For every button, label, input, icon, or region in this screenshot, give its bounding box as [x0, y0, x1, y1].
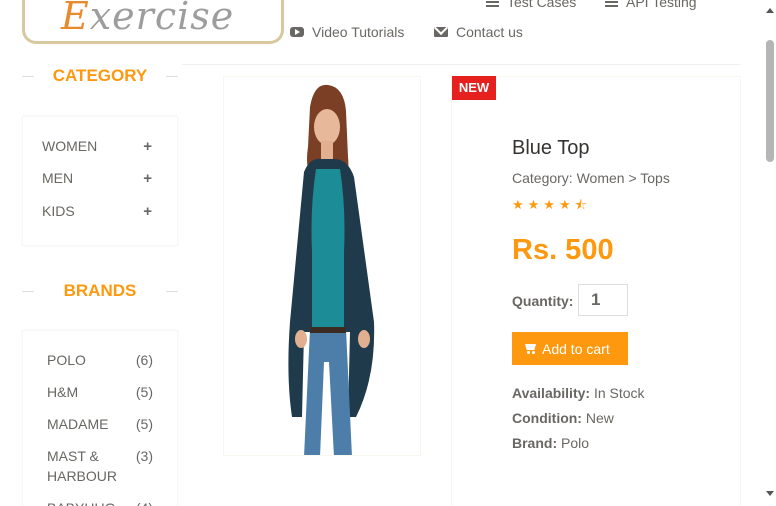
plus-icon[interactable]: +: [143, 138, 152, 155]
category-title: CATEGORY: [22, 66, 178, 86]
header-divider: [182, 64, 740, 65]
brand-item-polo[interactable]: POLO (6): [47, 350, 153, 370]
add-to-cart-button[interactable]: Add to cart: [512, 332, 628, 365]
availability-row: Availability: In Stock: [512, 385, 645, 401]
shopping-cart-icon: [524, 343, 538, 354]
brands-title: BRANDS: [22, 281, 178, 301]
new-badge: NEW: [452, 76, 496, 100]
list-icon: [486, 0, 499, 7]
brand-item-hm[interactable]: H&M (5): [47, 382, 153, 402]
category-item-men[interactable]: MEN +: [42, 170, 152, 187]
list-icon: [605, 0, 618, 7]
scroll-up-arrow-icon[interactable]: [766, 8, 774, 13]
product-price: Rs. 500: [512, 234, 614, 266]
scrollbar-thumb[interactable]: [766, 40, 774, 162]
rating-stars-icon: ★★★★⯪: [512, 197, 591, 212]
site-logo[interactable]: Exercise: [22, 0, 284, 44]
logo-text: Exercise: [61, 0, 235, 38]
brand-item-babyhug[interactable]: BABYHUG(4): [47, 498, 153, 506]
quantity-input[interactable]: [578, 284, 628, 316]
brand-item-mast-harbour[interactable]: MAST & HARBOUR (3): [47, 446, 153, 486]
product-image: [223, 76, 421, 456]
product-category: Category: Women > Tops: [512, 170, 670, 186]
product-details-page: Exercise Test Cases API Testing Video Tu…: [0, 0, 776, 506]
product-name: Blue Top: [512, 137, 590, 159]
condition-row: Condition: New: [512, 410, 614, 426]
brands-panel: POLO (6) H&M (5) MADAME (5) MAST & HARBOUR(…: [22, 330, 178, 506]
scroll-down-arrow-icon[interactable]: [766, 491, 774, 496]
brand-item-madame[interactable]: MADAME (5): [47, 414, 153, 434]
category-item-women[interactable]: WOMEN +: [42, 138, 152, 155]
youtube-icon: [290, 27, 304, 37]
plus-icon[interactable]: +: [143, 170, 152, 187]
plus-icon[interactable]: +: [143, 203, 152, 220]
vertical-scrollbar[interactable]: [764, 0, 776, 506]
woman-product-photo: [288, 84, 375, 455]
nav-contact-us[interactable]: Contact us: [434, 24, 523, 40]
envelope-icon: [434, 27, 448, 37]
brand-row: Brand: Polo: [512, 435, 590, 451]
nav-api-testing[interactable]: API Testing: [605, 0, 697, 10]
nav-video-tutorials[interactable]: Video Tutorials: [290, 24, 404, 40]
category-item-kids[interactable]: KIDS +: [42, 203, 152, 220]
quantity-label: Quantity:: [512, 293, 574, 309]
nav-test-cases[interactable]: Test Cases: [486, 0, 576, 10]
category-panel: WOMEN + MEN + KIDS +: [22, 116, 178, 246]
